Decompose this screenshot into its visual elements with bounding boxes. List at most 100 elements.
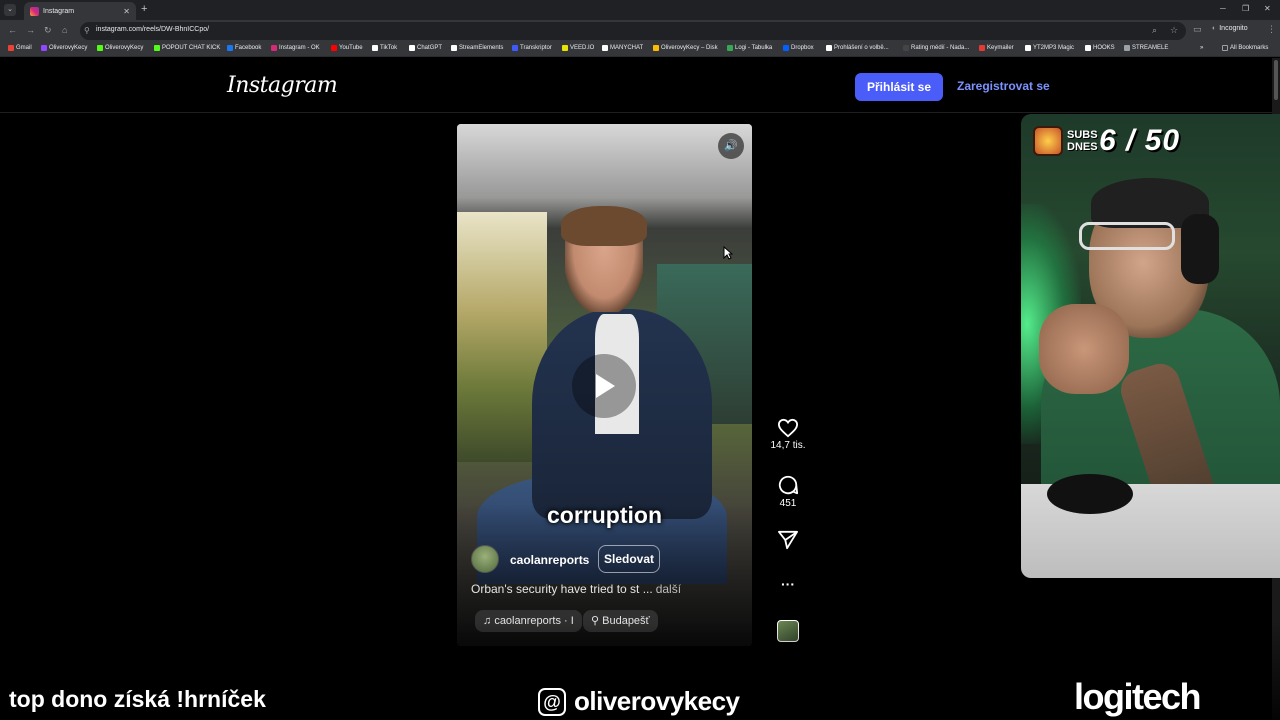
video-scene-roof <box>457 124 752 194</box>
bookmark-item[interactable]: StreamElements <box>451 45 503 51</box>
streamer-hand <box>1039 304 1129 394</box>
bookmark-favicon-icon <box>826 45 832 51</box>
reel-video[interactable]: 🔊 corruption caolanreports Sledovat Orba… <box>457 124 752 646</box>
bookmark-label: Gmail <box>16 45 32 51</box>
webcam-overlay: SUBS DNES 6 / 50 <box>1021 114 1280 578</box>
bookmark-label: MANYCHAT <box>610 45 644 51</box>
bookmark-label: Transkriptor <box>520 45 552 51</box>
bookmark-favicon-icon <box>372 45 378 51</box>
home-icon[interactable]: ⌂ <box>62 25 67 35</box>
incognito-indicator[interactable]: ◐ Incognito <box>1212 25 1248 32</box>
bookmark-item[interactable]: OliverovyKecy <box>41 45 87 51</box>
bookmark-label: Logi - Tabulka <box>735 45 773 51</box>
bookmark-favicon-icon <box>227 45 233 51</box>
tab-search-icon[interactable]: ⌄ <box>4 4 16 16</box>
bookmark-favicon-icon <box>783 45 789 51</box>
bookmark-favicon-icon <box>512 45 518 51</box>
play-button[interactable] <box>572 354 636 418</box>
url-text: instagram.com/reels/DW-BhnICCpo/ <box>96 26 210 33</box>
bookmark-favicon-icon <box>409 45 415 51</box>
instagram-logo[interactable]: Instagram <box>227 73 338 98</box>
login-button[interactable]: Přihlásit se <box>855 73 943 101</box>
share-icon <box>778 530 798 550</box>
like-count: 14,7 tis. <box>770 440 806 451</box>
description-text: Orban's security have tried to st ... <box>471 582 653 596</box>
headphones <box>1181 214 1219 284</box>
subs-goal: SUBS DNES 6 / 50 <box>1033 124 1180 158</box>
mic-base <box>1047 474 1133 514</box>
restore-icon[interactable]: ❐ <box>1242 4 1249 13</box>
address-bar[interactable]: ⚲ instagram.com/reels/DW-BhnICCpo/ ⌕ ☆ <box>80 22 1186 40</box>
instagram-header: Instagram Přihlásit se Zaregistrovat se <box>0 58 1272 113</box>
bookmark-label: YT2MP3 Magic <box>1033 45 1075 51</box>
mouse-cursor-icon <box>723 246 733 260</box>
scrollbar-thumb[interactable] <box>1274 60 1278 100</box>
bookmark-item[interactable]: STREAMELE <box>1124 45 1168 51</box>
site-info-icon[interactable]: ⚲ <box>84 26 90 35</box>
bookmark-star-icon[interactable]: ☆ <box>1170 25 1178 36</box>
sound-toggle-icon[interactable]: 🔊 <box>718 133 744 159</box>
incognito-label: Incognito <box>1219 25 1248 32</box>
bookmark-item[interactable]: OliverovyKecy – Disk <box>653 45 718 51</box>
bookmark-item[interactable]: OliverovyKecy <box>97 45 143 51</box>
screen: ⌄ Instagram ✕ + ─ ❐ ✕ ← → ↻ ⌂ ⚲ instagra… <box>0 0 1280 720</box>
cast-icon[interactable]: ▭ <box>1193 24 1202 35</box>
bookmarks-overflow-icon[interactable]: » <box>1200 45 1203 51</box>
comment-action[interactable]: 451 <box>764 474 812 509</box>
minimize-icon[interactable]: ─ <box>1220 4 1226 13</box>
bookmark-favicon-icon <box>653 45 659 51</box>
back-icon[interactable]: ← <box>8 25 17 35</box>
zoom-search-icon[interactable]: ⌕ <box>1152 25 1157 36</box>
reload-icon[interactable]: ↻ <box>44 25 52 36</box>
browser-tabstrip: ⌄ Instagram ✕ + ─ ❐ ✕ <box>0 0 1280 20</box>
window-close-icon[interactable]: ✕ <box>1264 4 1271 13</box>
bookmark-favicon-icon <box>1085 45 1091 51</box>
signup-link[interactable]: Zaregistrovat se <box>957 79 1050 93</box>
bookmark-item[interactable]: POPOUT CHAT KICK <box>154 45 220 51</box>
menu-kebab-icon[interactable]: ⋮ <box>1267 24 1276 35</box>
bookmark-item[interactable]: Instagram - OK <box>271 45 320 51</box>
bookmark-favicon-icon <box>331 45 337 51</box>
bookmark-label: STREAMELE <box>1132 45 1169 51</box>
bookmark-item[interactable]: Dropbox <box>783 45 814 51</box>
browser-tab-instagram[interactable]: Instagram ✕ <box>24 2 136 20</box>
tab-close-icon[interactable]: ✕ <box>123 7 130 16</box>
bookmark-item[interactable]: YT2MP3 Magic <box>1025 45 1074 51</box>
bookmark-item[interactable]: Prohlášení o volbě... <box>826 45 889 51</box>
bookmark-item[interactable]: Keymailer <box>979 45 1014 51</box>
bookmark-item[interactable]: ChatGPT <box>409 45 442 51</box>
subs-badge-icon <box>1033 126 1063 156</box>
forward-icon[interactable]: → <box>26 25 35 35</box>
bookmark-item[interactable]: Rating médií - Nada... <box>903 45 969 51</box>
subs-label-line2: DNES <box>1067 141 1098 153</box>
bookmark-item[interactable]: YouTube <box>331 45 363 51</box>
like-action[interactable]: 14,7 tis. <box>764 418 812 451</box>
bookmark-favicon-icon <box>903 45 909 51</box>
new-tab-button[interactable]: + <box>141 3 147 15</box>
bookmark-favicon-icon <box>727 45 733 51</box>
bookmark-item[interactable]: Gmail <box>8 45 32 51</box>
bookmark-item[interactable]: VEED.IO <box>562 45 594 51</box>
share-action[interactable] <box>764 530 812 550</box>
more-options-icon[interactable]: ··· <box>764 576 812 592</box>
more-link[interactable]: další <box>656 582 681 596</box>
tab-title: Instagram <box>43 7 75 15</box>
bookmark-item[interactable]: MANYCHAT <box>602 45 643 51</box>
author-avatar[interactable] <box>471 545 499 573</box>
all-bookmarks[interactable]: All Bookmarks <box>1222 45 1268 51</box>
bookmark-item[interactable]: Logi - Tabulka <box>727 45 772 51</box>
bookmark-favicon-icon <box>451 45 457 51</box>
bookmark-item[interactable]: Transkriptor <box>512 45 552 51</box>
follow-button[interactable]: Sledovat <box>598 545 660 573</box>
incognito-icon: ◐ <box>1212 25 1217 32</box>
bookmark-item[interactable]: TikTok <box>372 45 397 51</box>
bookmark-favicon-icon <box>154 45 160 51</box>
sponsor-logo: logitech <box>1074 676 1202 717</box>
bookmarks-bar: » All Bookmarks Gmail OliverovyKecy Oliver… <box>0 42 1280 57</box>
bookmark-item[interactable]: HOOKS <box>1085 45 1115 51</box>
bookmark-favicon-icon <box>8 45 14 51</box>
author-name[interactable]: caolanreports <box>510 553 589 567</box>
video-caption: corruption <box>547 502 662 528</box>
bookmark-item[interactable]: Facebook <box>227 45 261 51</box>
reel-description: Orban's security have tried to st ... dal… <box>471 582 681 596</box>
